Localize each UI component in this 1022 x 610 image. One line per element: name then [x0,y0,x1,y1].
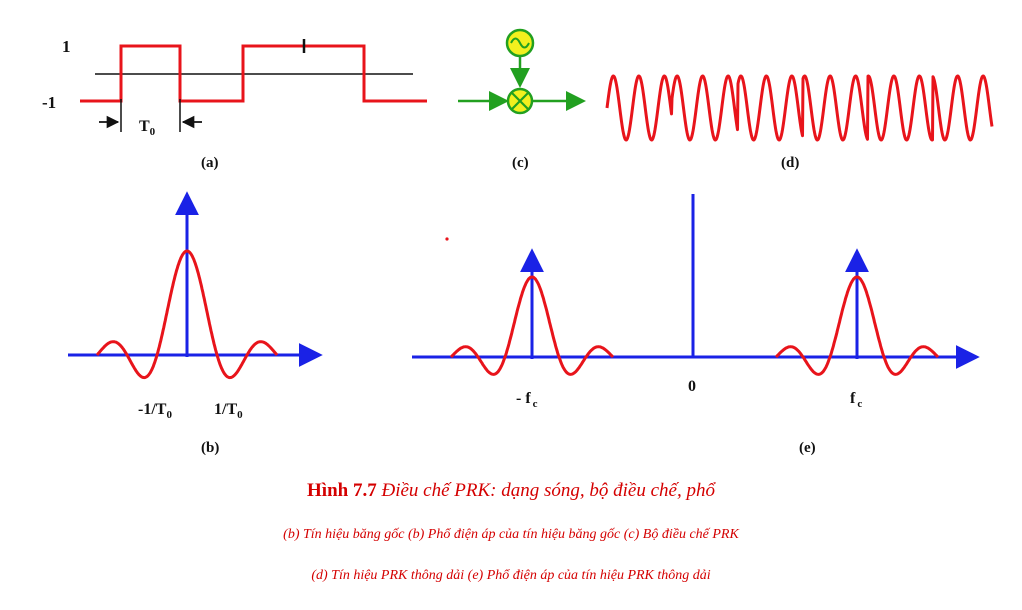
level-high-label: 1 [62,37,71,56]
figure-title: Điều chế PRK: dạng sóng, bộ điều chế, ph… [381,480,715,501]
panel-e-label: (e) [799,440,816,456]
caption-line-2: (d) Tín hiệu PRK thông dải (e) Phổ điện … [311,568,711,583]
prk-figure: 1 -1 T0 (a) (c) (d) -1/T0 1/T0 (b) - f c… [42,28,994,456]
panel-c-label: (c) [512,155,529,171]
panel-b-label: (b) [201,440,219,456]
prk-waveform [605,74,994,142]
panel-c: (c) [458,28,586,171]
e-tick-left-label: - fc [516,390,538,410]
panel-d-label: (d) [781,155,799,171]
e-tick-right-label: fc [850,390,862,410]
stray-dot [445,237,449,241]
figure-caption: Hình 7.7 Điều chế PRK: dạng sóng, bộ điề… [0,480,1022,502]
period-label: T0 [139,118,156,138]
level-low-label: -1 [42,93,56,112]
panel-a: 1 -1 T0 (a) [42,37,427,171]
caption-line-1: (b) Tín hiệu băng gốc (b) Phổ điện áp củ… [283,527,739,542]
panel-e: - fc 0 fc (e) [412,194,980,456]
panel-d: (d) [605,74,994,171]
figure-number: Hình 7.7 [307,480,377,501]
b-tick-right-label: 1/T0 [214,401,243,421]
b-tick-left-label: -1/T0 [138,401,172,421]
panel-a-label: (a) [201,155,219,171]
e-tick-center-label: 0 [688,378,696,395]
panel-b: -1/T0 1/T0 (b) [68,191,323,456]
